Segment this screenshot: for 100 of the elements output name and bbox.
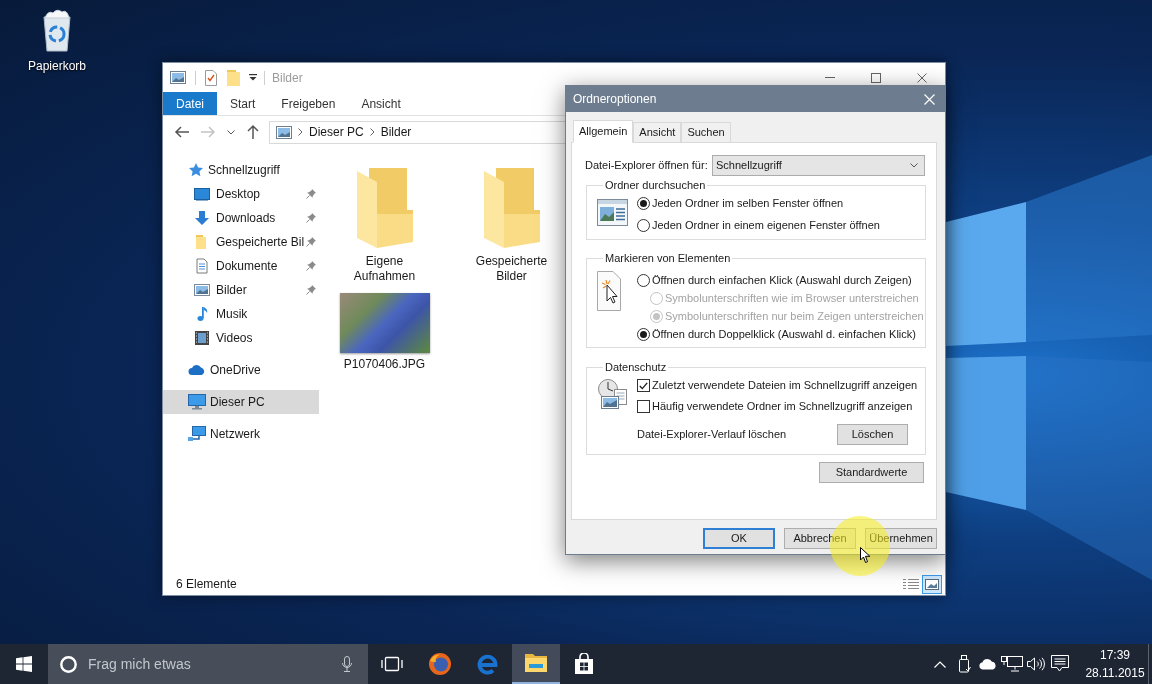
star-icon <box>188 162 204 178</box>
maximize-icon <box>871 72 881 83</box>
cloud-icon <box>978 658 998 670</box>
nav-item[interactable]: Downloads <box>163 206 319 230</box>
window-layout-icon <box>597 199 628 226</box>
radio-button[interactable] <box>637 327 650 341</box>
cortana-ring-icon <box>60 656 77 673</box>
microphone-icon <box>342 656 352 672</box>
pictures-icon <box>276 125 292 139</box>
chevron-up-icon <box>934 660 946 668</box>
clock-documents-icon <box>597 379 628 411</box>
breadcrumb-item[interactable]: Dieser PC <box>309 123 364 141</box>
large-icons-view-button[interactable] <box>922 574 942 594</box>
download-arrow-icon <box>194 210 210 226</box>
mouse-pointer-icon <box>860 547 871 564</box>
restore-defaults-button[interactable]: Standardwerte <box>819 462 924 483</box>
dialog-button[interactable]: Übernehmen <box>865 528 937 549</box>
option-label: Symbolunterschriften nur beim Zeigen unterstreichen <box>665 308 924 324</box>
nav-item[interactable]: Videos <box>163 326 319 350</box>
radio-button[interactable] <box>637 218 650 232</box>
ribbon-tab[interactable]: Datei <box>163 92 217 115</box>
nav-item[interactable]: Dieser PC <box>163 390 319 414</box>
speaker-icon <box>1027 657 1045 671</box>
field-label: Datei-Explorer öffnen für: <box>585 158 708 174</box>
close-icon <box>917 72 927 83</box>
window-title: Bilder <box>272 69 303 87</box>
nav-item[interactable]: Musik <box>163 302 319 326</box>
folder-icon <box>227 69 240 86</box>
back-arrow-icon <box>174 125 190 139</box>
caret-down-icon <box>249 74 257 81</box>
pictures-icon <box>194 283 210 297</box>
fox-globe-icon <box>428 652 452 676</box>
network-icon <box>1001 656 1023 672</box>
dialog-tab[interactable]: Suchen <box>681 122 731 142</box>
close-icon <box>923 93 935 105</box>
ribbon-tab[interactable]: Start <box>217 92 269 115</box>
option-label: Öffnen durch Doppelklick (Auswahl d. einfachen Klick) <box>652 326 916 342</box>
pointer-click-icon <box>597 271 621 311</box>
notification-icon <box>1051 655 1069 673</box>
shopping-bag-icon <box>574 653 594 675</box>
nav-item[interactable]: OneDrive <box>163 358 319 382</box>
status-text: 6 Elemente <box>176 576 237 593</box>
clear-button[interactable]: Löschen <box>837 423 908 445</box>
windows-logo-icon <box>16 656 32 672</box>
clock-date[interactable]: 28.11.2015 <box>1085 664 1145 682</box>
computer-icon <box>188 394 206 410</box>
chevron-down-icon <box>227 129 235 135</box>
ribbon-tab[interactable]: Ansicht <box>348 92 414 115</box>
desktop-shortcut[interactable]: Papierkorb <box>17 8 97 74</box>
radio-button[interactable] <box>637 196 650 210</box>
forward-arrow-icon <box>200 125 216 139</box>
search-field[interactable]: Frag mich etwas <box>48 644 368 684</box>
option-label: Jeden Ordner im selben Fenster öffnen <box>652 195 844 211</box>
nav-item[interactable]: Schnellzugriff <box>163 158 319 182</box>
nav-item[interactable]: Desktop <box>163 182 319 206</box>
option-label: Öffnen durch einfachen Klick (Auswahl durch Zeigen) <box>652 272 912 288</box>
ribbon-tab[interactable]: Freigeben <box>268 92 349 115</box>
dialog-button[interactable]: OK <box>703 528 775 549</box>
breadcrumb-item[interactable]: Bilder <box>380 123 412 141</box>
pictures-icon <box>170 71 186 84</box>
chevron-right-icon <box>298 128 303 136</box>
music-note-icon <box>194 306 210 322</box>
option-label: Häufig verwendete Ordner im Schnellzugriff anzeigen <box>652 399 913 415</box>
option-label: Datei-Explorer-Verlauf löschen <box>637 426 787 442</box>
radio-button[interactable] <box>637 273 650 287</box>
details-view-icon <box>903 578 919 590</box>
dialog-title: Ordneroptionen <box>573 91 657 108</box>
minimize-icon <box>825 77 835 78</box>
up-arrow-icon <box>246 124 260 140</box>
checked-document-icon <box>205 69 217 86</box>
dropdown[interactable]: Schnellzugriff <box>712 155 925 176</box>
file-item[interactable]: P1070406.JPG <box>321 293 448 383</box>
film-strip-icon <box>194 330 210 346</box>
option-label: Zuletzt verwendete Dateien im Schnellzugriff anzeigen <box>652 378 918 394</box>
group-title: Ordner durchsuchen <box>604 179 707 192</box>
option-label: Jeden Ordner in einem eigenen Fenster öffnen <box>652 217 880 233</box>
dialog-tab[interactable]: Ansicht <box>633 122 682 142</box>
task-view-icon <box>381 656 403 672</box>
desktop-icon <box>194 187 210 201</box>
group-title: Markieren von Elementen <box>604 252 732 265</box>
folder-icon <box>524 653 548 673</box>
nav-item[interactable]: Gespeicherte Bil <box>163 230 319 254</box>
checkbox[interactable] <box>637 400 650 413</box>
clock-time[interactable]: 17:39 <box>1100 646 1130 664</box>
taskbar-app-button[interactable] <box>512 644 560 684</box>
nav-item[interactable]: Netzwerk <box>163 422 319 446</box>
large-icons-view-icon <box>925 578 939 590</box>
group-title: Datenschutz <box>604 361 668 374</box>
usb-drive-icon <box>957 655 971 673</box>
network-icon <box>188 426 206 442</box>
nav-item[interactable]: Bilder <box>163 278 319 302</box>
dialog-tab[interactable]: Allgemein <box>573 120 634 143</box>
cloud-icon <box>188 364 206 376</box>
checkbox[interactable] <box>637 379 650 392</box>
option-label: Symbolunterschriften wie im Browser unterstreichen <box>665 290 919 306</box>
folder-icon <box>483 168 540 248</box>
folder-icon <box>356 168 413 248</box>
nav-item[interactable]: Dokumente <box>163 254 319 278</box>
folder-item[interactable]: Eigene Aufnahmen <box>321 162 448 293</box>
chevron-right-icon <box>369 128 375 136</box>
